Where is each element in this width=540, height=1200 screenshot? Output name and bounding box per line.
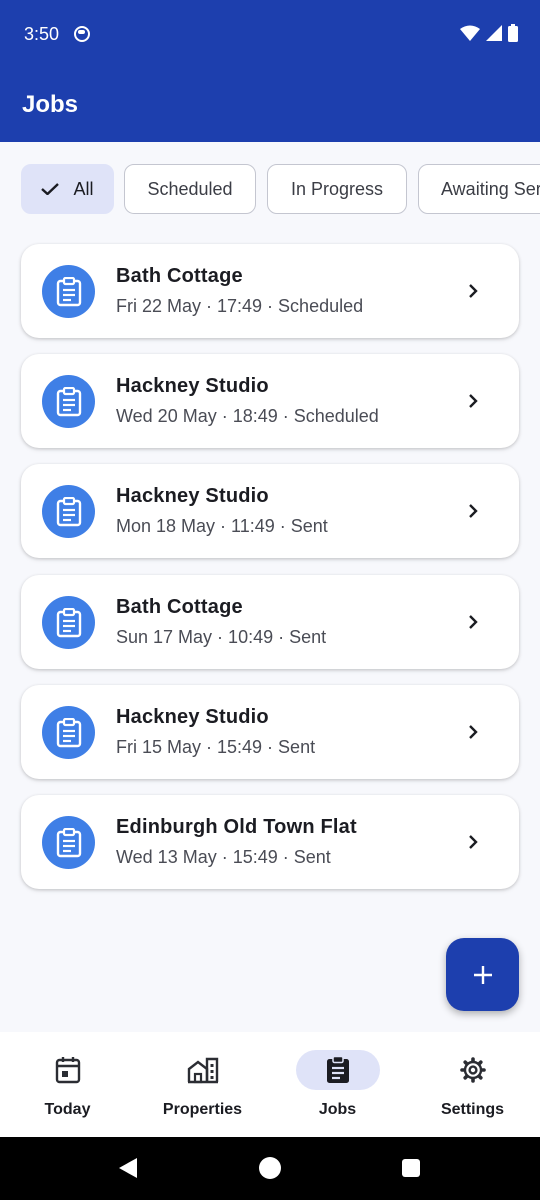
filter-chip-label: In Progress: [290, 178, 384, 199]
app-notification-icon: [74, 26, 90, 42]
clipboard-icon: [56, 496, 81, 526]
filter-chip-label: Scheduled: [147, 178, 233, 199]
nav-item-jobs[interactable]: Jobs: [270, 1032, 405, 1137]
chevron-right-icon: [469, 394, 478, 408]
back-icon[interactable]: [118, 1157, 138, 1179]
job-card[interactable]: Hackney Studio Wed 20 May · 18:49 · Sche…: [21, 354, 519, 448]
job-meta: Fri 15 May · 15:49 · Sent: [116, 737, 316, 757]
gear-icon: [459, 1057, 486, 1083]
page-title: Jobs: [22, 91, 79, 118]
nav-label: Today: [44, 1101, 91, 1118]
nav-label: Jobs: [318, 1101, 357, 1118]
filter-chip-label: All: [73, 178, 94, 199]
job-meta: Sun 17 May · 10:49 · Sent: [116, 627, 327, 647]
job-name: Edinburgh Old Town Flat: [116, 816, 357, 838]
nav-item-properties[interactable]: Properties: [135, 1032, 270, 1137]
filter-chips: All Scheduled In Progress Awaiting Ser: [0, 164, 540, 214]
system-icons: [460, 24, 518, 42]
job-card[interactable]: Hackney Studio Fri 15 May · 15:49 · Sent: [21, 685, 519, 779]
job-name: Bath Cottage: [116, 596, 243, 618]
nav-item-today[interactable]: Today: [0, 1032, 135, 1137]
filter-chip-label: Awaiting Ser: [441, 178, 540, 199]
chevron-right-icon: [469, 835, 478, 849]
job-meta: Wed 13 May · 15:49 · Sent: [116, 847, 331, 867]
clipboard-icon: [56, 717, 81, 747]
clipboard-icon: [56, 386, 81, 416]
job-name: Hackney Studio: [116, 375, 269, 397]
job-card[interactable]: Bath Cottage Fri 22 May · 17:49 · Schedu…: [21, 244, 519, 338]
job-card[interactable]: Hackney Studio Mon 18 May · 11:49 · Sent: [21, 464, 519, 558]
filter-chip-awaiting[interactable]: Awaiting Ser: [418, 164, 540, 214]
job-meta: Mon 18 May · 11:49 · Sent: [116, 516, 328, 536]
clipboard-icon: [56, 276, 81, 306]
job-meta: Fri 22 May · 17:49 · Scheduled: [116, 296, 364, 316]
job-avatar: [42, 706, 95, 759]
chevron-right-icon: [469, 725, 478, 739]
buildings-icon: [187, 1057, 218, 1084]
nav-item-settings[interactable]: Settings: [405, 1032, 540, 1137]
chevron-right-icon: [469, 504, 478, 518]
job-avatar: [42, 265, 95, 318]
check-icon: [41, 183, 60, 195]
nav-indicator: [295, 1050, 380, 1090]
nav-indicator: [26, 1050, 110, 1090]
job-meta: Wed 20 May · 18:49 · Scheduled: [116, 406, 379, 426]
nav-label: Properties: [162, 1101, 243, 1118]
job-avatar: [42, 485, 95, 538]
calendar-icon: [55, 1057, 80, 1084]
job-avatar: [42, 375, 95, 428]
recent-apps-icon[interactable]: [402, 1159, 420, 1177]
job-avatar: [42, 596, 95, 649]
bottom-navigation: Today Properties Jobs Settings: [0, 1032, 540, 1137]
job-card[interactable]: Bath Cottage Sun 17 May · 10:49 · Sent: [21, 575, 519, 669]
job-name: Bath Cottage: [116, 265, 243, 287]
app-bar: Jobs: [0, 70, 540, 142]
plus-icon: [473, 965, 492, 984]
system-navigation-bar: [0, 1137, 540, 1200]
nav-indicator: [431, 1050, 515, 1090]
battery-icon: [508, 24, 518, 42]
clipboard-icon: [56, 827, 81, 857]
filter-chip-all[interactable]: All: [21, 164, 114, 214]
filter-chip-scheduled[interactable]: Scheduled: [124, 164, 256, 214]
job-name: Hackney Studio: [116, 706, 269, 728]
add-job-fab[interactable]: [446, 938, 519, 1011]
job-avatar: [42, 816, 95, 869]
chevron-right-icon: [469, 615, 478, 629]
status-bar: 3:50: [0, 0, 540, 70]
clipboard-icon: [326, 1056, 349, 1083]
cell-signal-icon: [486, 25, 502, 41]
nav-label: Settings: [440, 1101, 505, 1118]
job-card[interactable]: Edinburgh Old Town Flat Wed 13 May · 15:…: [21, 795, 519, 889]
wifi-icon: [460, 25, 480, 41]
job-name: Hackney Studio: [116, 485, 269, 507]
home-icon[interactable]: [259, 1157, 281, 1179]
status-time: 3:50: [24, 24, 60, 44]
chevron-right-icon: [469, 284, 478, 298]
nav-indicator: [161, 1050, 245, 1090]
filter-chip-in-progress[interactable]: In Progress: [267, 164, 407, 214]
clipboard-icon: [56, 607, 81, 637]
